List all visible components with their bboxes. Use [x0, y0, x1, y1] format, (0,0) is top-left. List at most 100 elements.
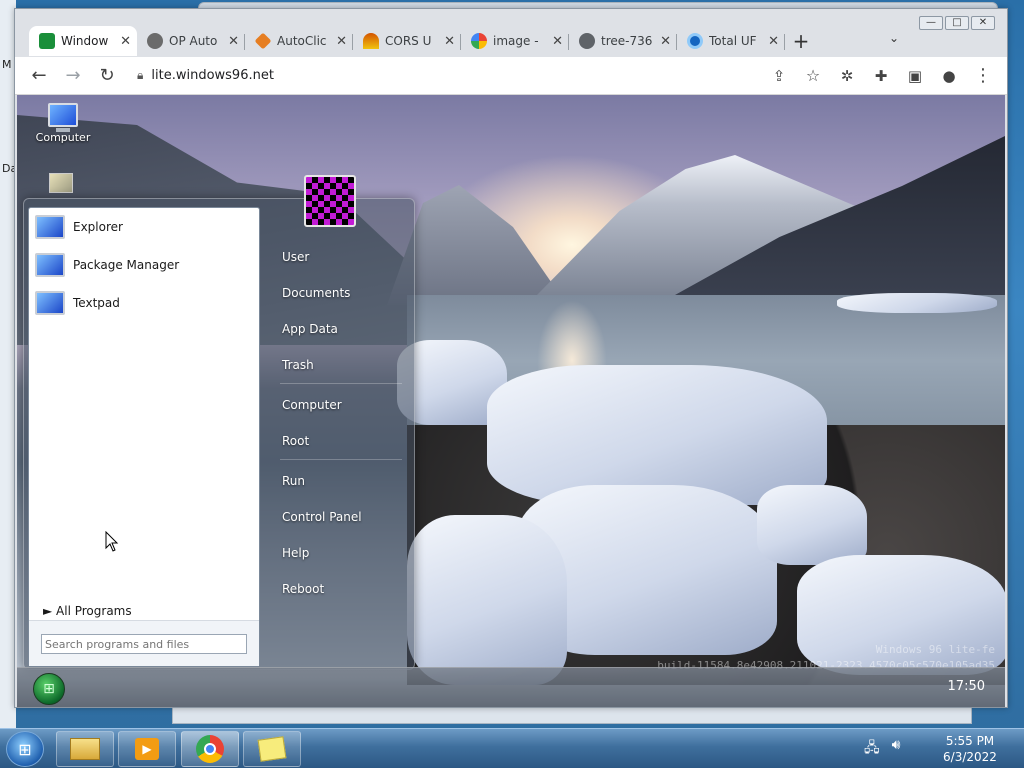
windows96-clock[interactable]: 17:50 — [948, 679, 985, 694]
build-watermark: Windows 96 lite-fe — [875, 643, 995, 656]
program-label: Textpad — [73, 296, 120, 310]
close-tab-icon[interactable]: ✕ — [228, 34, 239, 49]
rainbow-favicon-icon — [363, 33, 379, 49]
profile-avatar-icon[interactable]: ● — [935, 62, 963, 90]
start-item-reboot[interactable]: Reboot — [272, 571, 412, 607]
tab-tree[interactable]: tree-736 ✕ — [569, 26, 677, 56]
wallpaper-ice — [837, 293, 997, 313]
start-item-help[interactable]: Help — [272, 535, 412, 571]
tab-title: OP Auto — [169, 34, 218, 48]
desktop-icon-label: Computer — [35, 131, 91, 144]
background-window-bottom — [172, 706, 972, 724]
share-icon[interactable]: ⇪ — [765, 62, 793, 90]
tab-cors[interactable]: CORS U ✕ — [353, 26, 461, 56]
start-search-area — [29, 620, 259, 666]
browser-toolbar: ← → ↻ 🔒︎ lite.windows96.net ⇪ ☆ ✲ ✚ ▣ ● … — [15, 57, 1007, 95]
start-item-run[interactable]: Run — [272, 463, 412, 499]
wallpaper-ice — [487, 365, 827, 505]
program-item-explorer[interactable]: Explorer — [29, 208, 259, 246]
menu-kebab-icon[interactable]: ⋮ — [969, 62, 997, 90]
tab-strip: Window ✕ OP Auto ✕ AutoClic ✕ CORS U ✕ i… — [29, 25, 817, 57]
folder-desktop-icon[interactable] — [49, 173, 73, 193]
tab-op-auto[interactable]: OP Auto ✕ — [137, 26, 245, 56]
computer-icon — [35, 291, 65, 315]
folder-icon — [70, 738, 100, 760]
close-tab-icon[interactable]: ✕ — [336, 34, 347, 49]
start-item-computer[interactable]: Computer — [272, 387, 412, 423]
host-label: M — [2, 58, 12, 71]
wallpaper-ice — [407, 515, 567, 685]
lock-icon[interactable]: 🔒︎ — [137, 68, 143, 83]
close-tab-icon[interactable]: ✕ — [552, 34, 563, 49]
close-tab-icon[interactable]: ✕ — [120, 34, 131, 49]
windows96-favicon-icon — [39, 33, 55, 49]
host-start-button[interactable]: ⊞ — [6, 731, 44, 767]
start-search-input[interactable] — [41, 634, 247, 654]
chrome-icon — [196, 735, 224, 763]
tab-total[interactable]: Total UF ✕ — [677, 26, 785, 56]
diamond-favicon-icon — [254, 32, 272, 50]
tab-search-dropdown-icon[interactable]: ⌄ — [889, 31, 899, 45]
close-tab-icon[interactable]: ✕ — [444, 34, 455, 49]
program-item-textpad[interactable]: Textpad — [29, 284, 259, 322]
start-menu: Explorer Package Manager Textpad ► All P… — [23, 175, 415, 670]
close-window-button[interactable]: ✕ — [971, 16, 995, 30]
tab-windows96[interactable]: Window ✕ — [29, 26, 137, 56]
start-item-control-panel[interactable]: Control Panel — [272, 499, 412, 535]
program-label: Package Manager — [73, 258, 180, 272]
start-menu-programs-pane: Explorer Package Manager Textpad ► All P… — [28, 207, 260, 667]
all-programs-button[interactable]: ► All Programs — [43, 604, 132, 618]
taskbar-app-explorer[interactable] — [56, 731, 114, 767]
media-player-icon: ▶ — [135, 738, 159, 760]
start-item-app-data[interactable]: App Data — [272, 311, 412, 347]
taskbar-app-media[interactable]: ▶ — [118, 731, 176, 767]
host-clock[interactable]: 5:55 PM 6/3/2022 — [930, 733, 1010, 765]
mouse-favicon-icon — [147, 33, 163, 49]
tab-title: image - — [493, 34, 539, 48]
side-panel-icon[interactable]: ▣ — [901, 62, 929, 90]
program-label: Explorer — [73, 220, 123, 234]
sticky-notes-icon — [257, 736, 287, 762]
close-tab-icon[interactable]: ✕ — [660, 34, 671, 49]
new-tab-button[interactable]: + — [785, 29, 817, 53]
forward-icon[interactable]: → — [59, 62, 87, 90]
windows-logo-icon: ⊞ — [43, 681, 55, 697]
start-menu-places: User Documents App Data Trash Computer R… — [272, 239, 412, 607]
maximize-button[interactable]: □ — [945, 16, 969, 30]
close-tab-icon[interactable]: ✕ — [768, 34, 779, 49]
address-bar[interactable]: 🔒︎ lite.windows96.net — [127, 62, 759, 90]
program-item-package-manager[interactable]: Package Manager — [29, 246, 259, 284]
tab-autoclicker[interactable]: AutoClic ✕ — [245, 26, 353, 56]
network-icon[interactable]: 🖧︎ — [864, 737, 880, 761]
reload-icon[interactable]: ↻ — [93, 62, 121, 90]
start-item-root[interactable]: Root — [272, 423, 412, 459]
extensions-puzzle-icon[interactable]: ✚ — [867, 62, 895, 90]
volume-icon[interactable]: 🔊︎ — [892, 737, 901, 761]
tab-title: Window — [61, 34, 109, 48]
extension-bug-icon[interactable]: ✲ — [833, 62, 861, 90]
start-item-trash[interactable]: Trash — [272, 347, 412, 383]
computer-icon — [35, 215, 65, 239]
user-avatar[interactable] — [304, 175, 356, 227]
start-item-user[interactable]: User — [272, 239, 412, 275]
google-favicon-icon — [471, 33, 487, 49]
windows96-desktop[interactable]: Windows 96 lite-fe build-11584.8e42908.2… — [17, 95, 1005, 707]
address-text: lite.windows96.net — [151, 68, 274, 83]
start-item-documents[interactable]: Documents — [272, 275, 412, 311]
back-icon[interactable]: ← — [25, 62, 53, 90]
minimize-button[interactable]: — — [919, 16, 943, 30]
windows96-start-button[interactable]: ⊞ — [33, 673, 65, 705]
desktop-icon-computer[interactable]: Computer — [35, 103, 91, 144]
taskbar-app-chrome[interactable] — [181, 731, 239, 767]
tab-title: tree-736 — [601, 34, 653, 48]
mouse-cursor-icon — [105, 531, 119, 552]
host-taskbar: ⊞ ▶ 🖧︎ 🔊︎ 5:55 PM 6/3/2022 — [0, 728, 1024, 768]
globe-favicon-icon — [579, 33, 595, 49]
bookmark-star-icon[interactable]: ☆ — [799, 62, 827, 90]
browser-window: — □ ✕ Window ✕ OP Auto ✕ AutoClic ✕ CORS… — [14, 8, 1008, 708]
taskbar-app-sticky-notes[interactable] — [243, 731, 301, 767]
computer-icon — [48, 103, 78, 132]
windows-logo-icon: ⊞ — [18, 739, 32, 759]
wallpaper-ice — [757, 485, 867, 565]
tab-image[interactable]: image - ✕ — [461, 26, 569, 56]
